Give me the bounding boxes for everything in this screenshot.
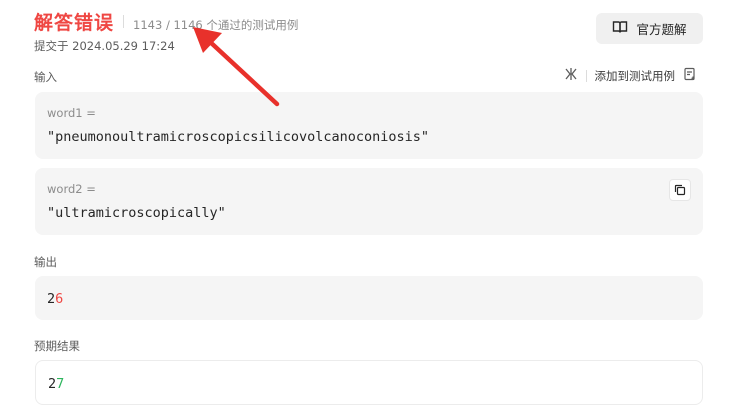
input-word1-value[interactable]: "pneumonoultramicroscopicsilicovolcanoco… xyxy=(47,129,429,145)
expected-value[interactable]: 27 xyxy=(48,376,64,392)
output-value[interactable]: 26 xyxy=(47,291,63,307)
input-tools: 添加到测试用例 xyxy=(564,67,698,84)
output-label: 输出 xyxy=(34,255,57,269)
collapse-icon[interactable] xyxy=(564,67,578,84)
tools-divider xyxy=(585,69,587,82)
book-icon xyxy=(612,19,628,38)
pass-count: 1143 / 1146 个通过的测试用例 xyxy=(133,18,299,32)
official-solution-button[interactable]: 官方题解 xyxy=(596,13,703,44)
output-value-common: 2 xyxy=(47,291,56,307)
add-testcase-icon[interactable] xyxy=(683,67,697,84)
expected-label: 预期结果 xyxy=(34,339,80,353)
official-solution-label: 官方题解 xyxy=(636,22,687,37)
submitted-time: 提交于 2024.05.29 17:24 xyxy=(34,39,175,53)
output-box: 26 xyxy=(35,276,703,320)
input-word1-box: word1 = "pneumonoultramicroscopicsilicov… xyxy=(35,92,703,159)
add-testcase-button[interactable]: 添加到测试用例 xyxy=(595,68,676,84)
input-word2-box: word2 = "ultramicroscopically" xyxy=(35,168,703,235)
header-divider xyxy=(123,15,125,28)
result-title: 解答错误 xyxy=(34,12,115,34)
result-header: 解答错误 1143 / 1146 个通过的测试用例 xyxy=(34,8,298,35)
expected-value-common: 2 xyxy=(48,376,57,392)
input-word2-value[interactable]: "ultramicroscopically" xyxy=(47,205,226,221)
input-word2-name: word2 = xyxy=(47,182,96,196)
input-label: 输入 xyxy=(34,70,57,84)
expected-box: 27 xyxy=(35,360,703,405)
copy-icon xyxy=(674,181,686,200)
input-word1-name: word1 = xyxy=(47,106,96,120)
copy-button[interactable] xyxy=(669,179,691,201)
expected-value-diff: 7 xyxy=(56,376,65,392)
output-value-diff: 6 xyxy=(55,291,64,307)
